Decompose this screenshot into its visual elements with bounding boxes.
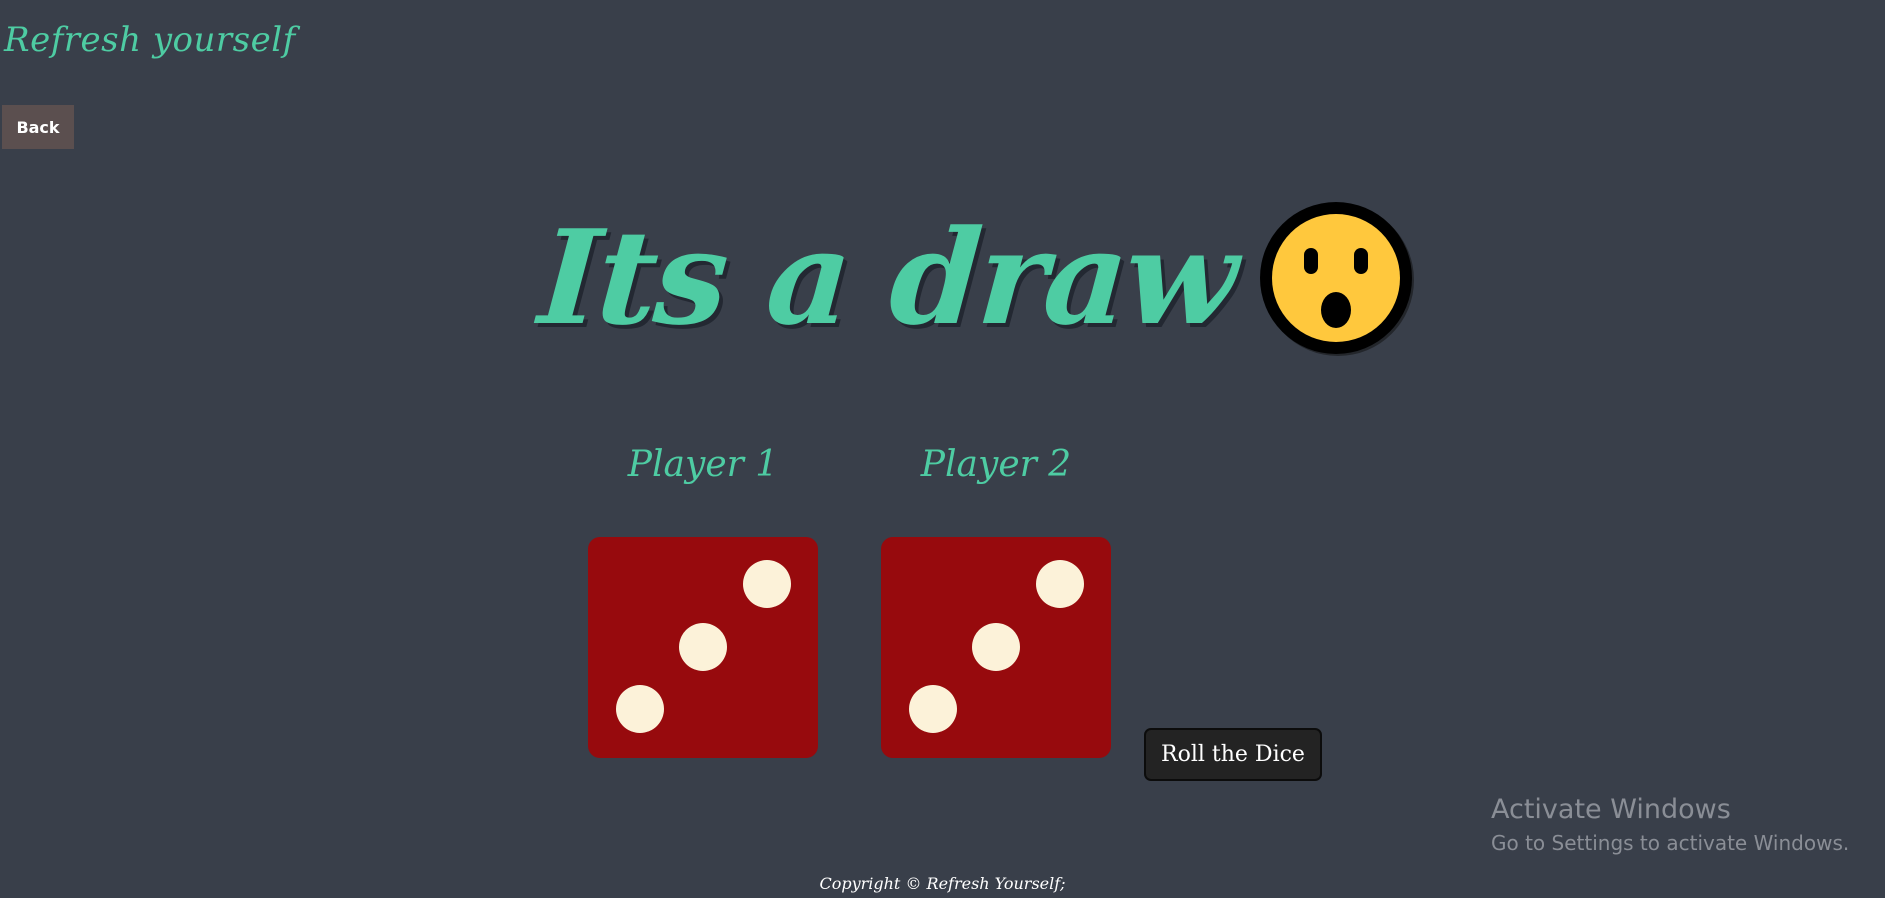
- die-pip: [1036, 560, 1084, 608]
- player-2-label: Player 2: [920, 444, 1072, 485]
- die-pip: [679, 623, 727, 671]
- roll-dice-button[interactable]: Roll the Dice: [1144, 728, 1322, 781]
- player-1-label: Player 1: [627, 444, 779, 485]
- die-pip: [909, 685, 957, 733]
- die-pip: [616, 685, 664, 733]
- result-text: Its a draw: [534, 201, 1240, 354]
- astonished-face-icon: [1260, 202, 1415, 356]
- die-pip: [972, 623, 1020, 671]
- player-1-die: [588, 537, 818, 758]
- die-pip: [743, 560, 791, 608]
- watermark-subtitle: Go to Settings to activate Windows.: [1491, 831, 1850, 855]
- result-headline: Its a draw: [535, 198, 1416, 358]
- windows-activation-watermark: Activate Windows Go to Settings to activ…: [1491, 794, 1849, 855]
- watermark-title: Activate Windows: [1491, 794, 1731, 825]
- site-brand: Refresh yourself: [4, 20, 296, 60]
- player-2-die: [881, 537, 1111, 758]
- footer-copyright: Copyright © Refresh Yourself;: [819, 874, 1066, 893]
- back-button[interactable]: Back: [2, 105, 74, 149]
